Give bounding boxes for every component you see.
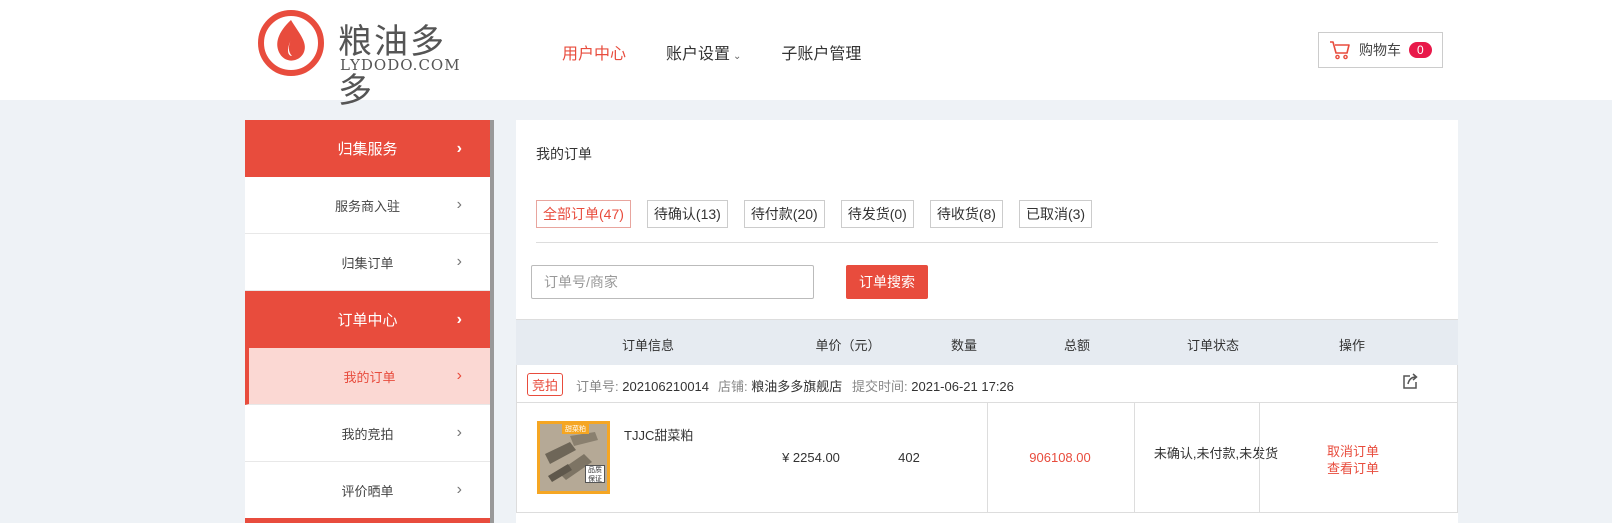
column-header-unit-price: 单价（元） <box>815 338 881 353</box>
quality-stamp: 品质保证 <box>585 465 605 483</box>
page-title: 我的订单 <box>536 146 592 162</box>
order-search-button[interactable]: 订单搜索 <box>846 265 928 299</box>
nav-account-settings[interactable]: 账户设置 ⌄ <box>666 40 742 63</box>
sidebar-item-label: 归集订单 <box>341 255 394 271</box>
column-header-order-info: 订单信息 <box>621 338 675 353</box>
product-name[interactable]: TJJC甜菜粕 <box>624 425 693 444</box>
order-item-row: 甜菜粕 品质保证 TJJC甜菜粕 ¥ 2254.00 402 906108.00… <box>516 403 1458 513</box>
brand-domain: LYDODO.COM <box>340 56 461 74</box>
auction-badge: 竞拍 <box>527 373 564 396</box>
order-meta-row: 竞拍 订单号: 202106210014 店铺: 粮油多多旗舰店 提交时间: 2… <box>516 365 1458 403</box>
chevron-right-icon: › <box>456 424 462 441</box>
cart-count-badge: 0 <box>1409 42 1432 58</box>
submit-time: 提交时间: 2021-06-21 17:26 <box>852 376 1014 395</box>
shop-name[interactable]: 粮油多多旗舰店 <box>751 379 842 394</box>
sidebar-item-label: 评价晒单 <box>341 483 394 499</box>
sidebar-item-label: 我的竞拍 <box>341 426 394 442</box>
quantity: 402 <box>898 450 920 465</box>
top-nav: 用户中心 账户设置 ⌄ 子账户管理 <box>562 40 901 63</box>
sidebar-item-label: 订单中心 <box>337 312 398 329</box>
shop-info: 店铺: 粮油多多旗舰店 <box>718 376 842 395</box>
nav-account-settings-label: 账户设置 <box>666 46 731 63</box>
chevron-right-icon: › <box>456 196 462 213</box>
order-number: 订单号: 202106210014 <box>576 376 709 395</box>
sidebar: 归集服务 › 服务商入驻 › 归集订单 › 订单中心 › 我的订单 › 我的竞拍… <box>245 120 494 523</box>
submit-time-value: 2021-06-21 17:26 <box>911 379 1014 394</box>
column-header-status: 订单状态 <box>1186 338 1240 353</box>
column-header-quantity: 数量 <box>950 338 978 353</box>
sidebar-item-label: 服务商入驻 <box>334 198 400 214</box>
order-table-header: 订单信息 单价（元） 数量 总额 订单状态 操作 <box>516 319 1458 365</box>
tab-pending-shipment[interactable]: 待发货(0) <box>840 200 914 228</box>
sidebar-group-collection-service[interactable]: 归集服务 › <box>245 120 490 177</box>
share-icon[interactable] <box>1401 373 1419 391</box>
sidebar-item-my-orders[interactable]: 我的订单 › <box>245 348 490 405</box>
order-search-input[interactable] <box>531 265 814 299</box>
sidebar-item-reviews[interactable]: 评价晒单 › <box>245 462 490 519</box>
sidebar-item-collection-orders[interactable]: 归集订单 › <box>245 234 490 291</box>
tab-pending-payment[interactable]: 待付款(20) <box>743 200 825 228</box>
sidebar-next-group-edge <box>245 518 490 523</box>
tab-pending-receipt[interactable]: 待收货(8) <box>929 200 1003 228</box>
thumbnail-tag: 甜菜粕 <box>562 424 589 434</box>
chevron-right-icon: › <box>456 481 462 498</box>
brand-logo[interactable]: 粮油多多 LYDODO.COM <box>258 10 468 111</box>
chevron-right-icon: › <box>456 253 462 270</box>
chevron-right-icon: › <box>456 367 462 384</box>
tab-cancelled[interactable]: 已取消(3) <box>1018 200 1093 228</box>
column-divider <box>987 403 988 513</box>
shop-label: 店铺: <box>718 379 748 394</box>
sidebar-group-order-center[interactable]: 订单中心 › <box>245 291 490 348</box>
sidebar-item-my-bids[interactable]: 我的竞拍 › <box>245 405 490 462</box>
cart-icon <box>1330 41 1350 60</box>
main-panel: 我的订单 全部订单(47) 待确认(13) 待付款(20) 待发货(0) 待收货… <box>516 120 1458 523</box>
sidebar-item-label: 我的订单 <box>343 369 396 385</box>
order-status: 未确认,未付款,未发货 <box>1153 446 1279 461</box>
chevron-down-icon: ⌄ <box>733 51 742 62</box>
column-header-actions: 操作 <box>1338 338 1366 353</box>
product-thumbnail[interactable]: 甜菜粕 品质保证 <box>537 421 610 494</box>
unit-price: ¥ 2254.00 <box>782 450 840 465</box>
column-divider <box>1259 403 1260 513</box>
tab-pending-confirm[interactable]: 待确认(13) <box>646 200 728 228</box>
column-header-total: 总额 <box>1063 338 1091 353</box>
submit-time-label: 提交时间: <box>852 379 908 394</box>
nav-user-center[interactable]: 用户中心 <box>562 40 626 63</box>
sidebar-item-provider-join[interactable]: 服务商入驻 › <box>245 177 490 234</box>
view-order-link[interactable]: 查看订单 <box>1327 458 1379 477</box>
chevron-right-icon: › <box>456 310 462 328</box>
cart-button[interactable]: 购物车 0 <box>1318 32 1443 68</box>
order-filter-tabs: 全部订单(47) 待确认(13) 待付款(20) 待发货(0) 待收货(8) 已… <box>536 200 1108 228</box>
nav-sub-accounts[interactable]: 子账户管理 <box>781 40 861 63</box>
order-total: 906108.00 <box>1029 450 1091 465</box>
sidebar-item-label: 归集服务 <box>337 141 398 158</box>
logo-mark-icon <box>258 10 324 76</box>
top-header: 粮油多多 LYDODO.COM 用户中心 账户设置 ⌄ 子账户管理 购物车 0 <box>0 0 1612 111</box>
order-number-value: 202106210014 <box>622 379 710 394</box>
chevron-right-icon: › <box>456 139 462 157</box>
order-number-label: 订单号: <box>576 379 619 394</box>
divider <box>536 242 1438 243</box>
tab-all-orders[interactable]: 全部订单(47) <box>536 200 631 228</box>
column-divider <box>1134 403 1135 513</box>
cart-label: 购物车 <box>1359 42 1401 58</box>
